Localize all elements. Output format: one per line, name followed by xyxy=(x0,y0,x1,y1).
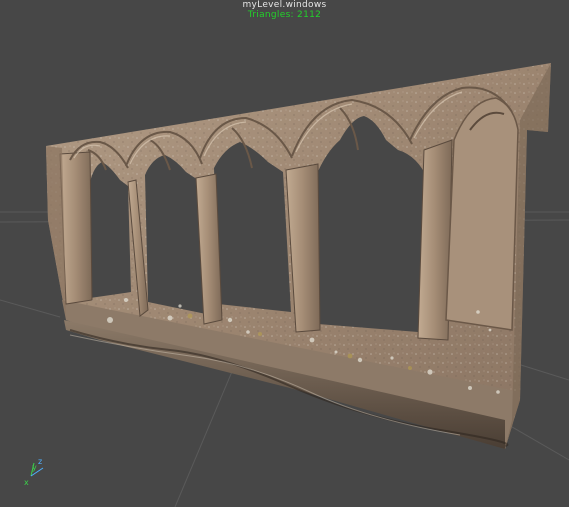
triangle-count-label: Triangles: 2112 xyxy=(247,10,322,20)
blind-panel xyxy=(445,97,519,331)
scene-canvas[interactable] xyxy=(0,0,569,507)
gothic-window-model[interactable] xyxy=(46,63,551,449)
level-name-label: myLevel.windows xyxy=(242,0,327,10)
viewport-hud: myLevel.windows Triangles: 2112 xyxy=(0,0,569,20)
3d-viewport[interactable]: myLevel.windows Triangles: 2112 y z x xyxy=(0,0,569,507)
